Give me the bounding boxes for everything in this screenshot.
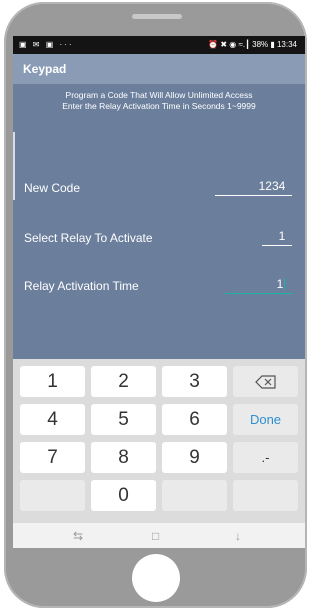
key-0[interactable]: 0 — [91, 480, 156, 511]
backspace-key[interactable] — [233, 366, 298, 397]
recent-apps-icon[interactable]: □ — [152, 529, 159, 543]
relay-select-label: Select Relay To Activate — [24, 231, 153, 245]
key-8[interactable]: 8 — [91, 442, 156, 473]
status-bar: ▣ ✉ ▣ ··· ⏰ ✖ ◉ ≈.┃ 38% ▮ 13:34 — [13, 36, 305, 54]
key-7[interactable]: 7 — [20, 442, 85, 473]
activation-time-label: Relay Activation Time — [24, 279, 139, 293]
blank-key-right — [233, 480, 298, 511]
scroll-edge-indicator — [13, 132, 15, 200]
instruction-line-2: Enter the Relay Activation Time in Secon… — [62, 101, 256, 111]
device-screen: ▣ ✉ ▣ ··· ⏰ ✖ ◉ ≈.┃ 38% ▮ 13:34 Keypad P… — [13, 36, 305, 548]
status-notification-icons: ▣ ✉ ▣ ··· — [19, 40, 74, 49]
activation-time-input[interactable]: 1 — [225, 277, 292, 294]
key-2[interactable]: 2 — [91, 366, 156, 397]
key-1[interactable]: 1 — [20, 366, 85, 397]
numeric-keypad: 1 2 3 4 5 6 Done 7 8 9 .- 0 — [13, 359, 305, 523]
instruction-line-1: Program a Code That Will Allow Unlimited… — [65, 90, 253, 100]
blank-key-middle — [162, 480, 227, 511]
key-5[interactable]: 5 — [91, 404, 156, 435]
status-system-info: ⏰ ✖ ◉ ≈.┃ 38% ▮ 13:34 — [208, 40, 297, 49]
blank-key-left — [20, 480, 85, 511]
key-6[interactable]: 6 — [162, 404, 227, 435]
new-code-input[interactable]: 1234 — [215, 179, 292, 196]
key-4[interactable]: 4 — [20, 404, 85, 435]
system-nav-bar: ⇆ □ ↓ — [13, 523, 305, 548]
relay-select-input[interactable]: 1 — [262, 229, 292, 246]
instructions: Program a Code That Will Allow Unlimited… — [13, 90, 305, 112]
app-bar: Keypad — [13, 54, 305, 84]
new-code-value: 1234 — [258, 179, 286, 193]
backspace-icon — [254, 375, 276, 389]
back-switch-icon[interactable]: ⇆ — [73, 529, 83, 543]
new-code-label: New Code — [24, 181, 81, 195]
home-button[interactable] — [132, 554, 180, 602]
key-3[interactable]: 3 — [162, 366, 227, 397]
activation-time-value: 1 — [276, 277, 284, 291]
relay-select-value: 1 — [278, 229, 286, 243]
page-title: Keypad — [23, 62, 67, 76]
hide-keyboard-icon[interactable]: ↓ — [235, 529, 241, 543]
speaker-grille — [132, 14, 182, 19]
done-key[interactable]: Done — [233, 404, 298, 435]
key-9[interactable]: 9 — [162, 442, 227, 473]
text-cursor — [284, 278, 286, 290]
dot-dash-key[interactable]: .- — [233, 442, 298, 473]
